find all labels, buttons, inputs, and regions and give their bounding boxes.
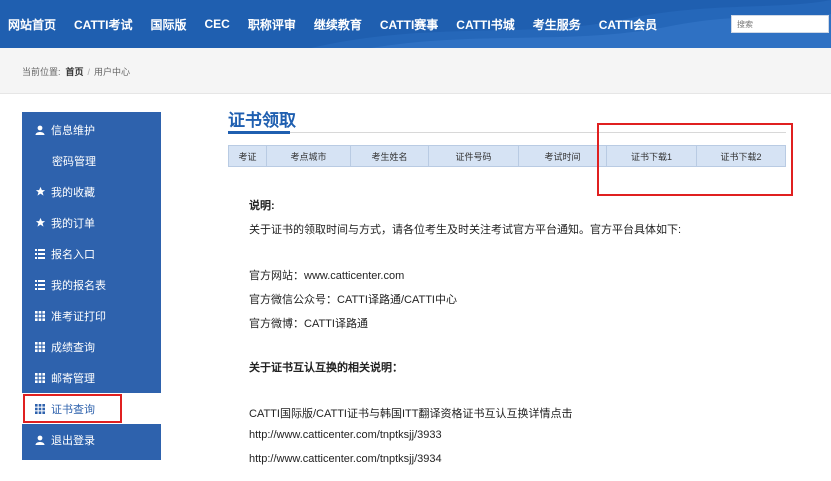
- sidebar-item-label: 邮寄管理: [51, 372, 95, 385]
- nav-international[interactable]: 国际版: [150, 16, 186, 33]
- sidebar-item-mailing[interactable]: 邮寄管理: [22, 362, 161, 393]
- sidebar-item-label: 退出登录: [51, 434, 95, 447]
- mutual-recognition-title: 关于证书互认互换的相关说明：: [249, 362, 403, 374]
- sidebar-item-orders[interactable]: 我的订单: [22, 207, 161, 238]
- table-header-cell: 考生姓名: [351, 146, 429, 166]
- sidebar-item-admission-ticket[interactable]: 准考证打印: [22, 300, 161, 331]
- nav-candidate-services[interactable]: 考生服务: [533, 16, 581, 33]
- mutual-recognition-text: CATTI国际版/CATTI证书与韩国ITT翻译资格证书互认互换详情点击: [249, 408, 573, 420]
- mutual-link-1[interactable]: http://www.catticenter.com/tnptksjj/3933: [249, 429, 442, 441]
- title-underline: [228, 131, 290, 134]
- grid-icon: [34, 310, 46, 322]
- table-header-cell: 证件号码: [429, 146, 519, 166]
- official-site: 官方网站：www.catticenter.com: [249, 270, 405, 282]
- breadcrumb-label: 当前位置:: [22, 67, 61, 77]
- mutual-link-2[interactable]: http://www.catticenter.com/tnptksjj/3934: [249, 453, 442, 465]
- sidebar-item-password[interactable]: 密码管理: [22, 145, 161, 176]
- user-icon: [34, 434, 46, 446]
- search-input[interactable]: [731, 15, 829, 33]
- breadcrumb: 当前位置: 首页 / 用户中心: [22, 65, 130, 78]
- sidebar-highlight-box: [23, 394, 122, 423]
- download-columns-highlight-box: [597, 123, 793, 196]
- breadcrumb-bar: 当前位置: 首页 / 用户中心: [0, 48, 831, 94]
- note-text: 关于证书的领取时间与方式，请各位考生及时关注考试官方平台通知。官方平台具体如下:: [249, 224, 682, 236]
- table-header-cell: 考证: [229, 146, 267, 166]
- sidebar-item-logout[interactable]: 退出登录: [22, 424, 161, 455]
- sidebar-item-registration[interactable]: 报名入口: [22, 238, 161, 269]
- nav-cec[interactable]: CEC: [204, 17, 229, 31]
- star-icon: [34, 186, 46, 198]
- table-header-cell: 考试时间: [519, 146, 607, 166]
- breadcrumb-separator: /: [87, 66, 91, 77]
- grid-icon: [34, 372, 46, 384]
- sidebar-item-label: 密码管理: [52, 155, 96, 168]
- nav-catti-exam[interactable]: CATTI考试: [74, 16, 132, 33]
- sidebar-item-favorites[interactable]: 我的收藏: [22, 176, 161, 207]
- page-title: 证书领取: [228, 111, 296, 130]
- nav-home[interactable]: 网站首页: [8, 16, 56, 33]
- sidebar-item-label: 报名入口: [51, 248, 95, 261]
- nav-continuing-education[interactable]: 继续教育: [314, 16, 362, 33]
- grid-icon: [34, 341, 46, 353]
- sidebar-item-label: 我的报名表: [51, 279, 106, 292]
- sidebar-item-label: 我的订单: [51, 217, 95, 230]
- list-icon: [34, 279, 46, 291]
- breadcrumb-current: 用户中心: [94, 67, 131, 77]
- user-icon: [34, 124, 46, 136]
- nav-catti-bookstore[interactable]: CATTI书城: [456, 16, 514, 33]
- sidebar-item-label: 信息维护: [51, 124, 95, 137]
- breadcrumb-home-link[interactable]: 首页: [66, 65, 84, 78]
- note-title: 说明:: [249, 200, 275, 212]
- table-header-cell: 考点城市: [267, 146, 351, 166]
- sidebar-item-label: 准考证打印: [51, 310, 106, 323]
- sidebar-item-label: 成绩查询: [51, 341, 95, 354]
- sidebar-item-scores[interactable]: 成绩查询: [22, 331, 161, 362]
- sidebar-item-info[interactable]: 信息维护: [22, 114, 161, 145]
- nav-catti-member[interactable]: CATTI会员: [599, 16, 657, 33]
- nav-title-review[interactable]: 职称评审: [248, 16, 296, 33]
- nav-catti-contest[interactable]: CATTI赛事: [380, 16, 438, 33]
- sidebar-item-my-registration-form[interactable]: 我的报名表: [22, 269, 161, 300]
- star-icon: [34, 217, 46, 229]
- official-wechat: 官方微信公众号：CATTI译路通/CATTI中心: [249, 294, 457, 306]
- main-nav: 网站首页 CATTI考试 国际版 CEC 职称评审 继续教育 CATTI赛事 C…: [8, 0, 675, 48]
- top-navbar: 网站首页 CATTI考试 国际版 CEC 职称评审 继续教育 CATTI赛事 C…: [0, 0, 831, 48]
- sidebar-item-label: 我的收藏: [51, 186, 95, 199]
- list-icon: [34, 248, 46, 260]
- official-weibo: 官方微博：CATTI译路通: [249, 318, 368, 330]
